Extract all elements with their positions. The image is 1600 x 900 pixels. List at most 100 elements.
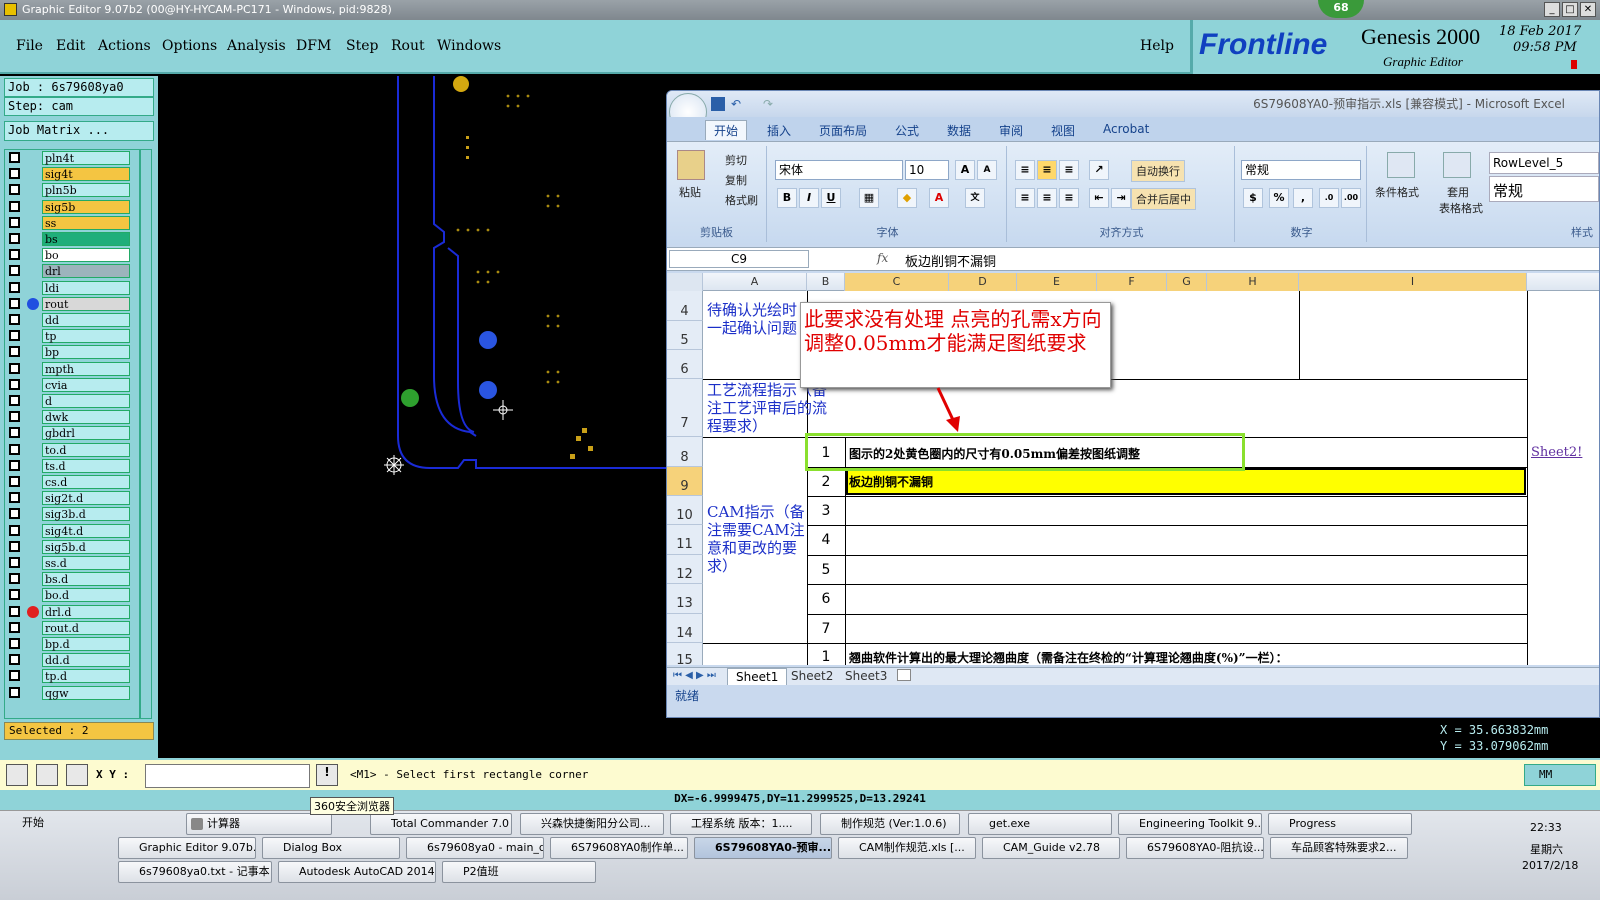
layer-name[interactable]: cvia	[42, 377, 130, 392]
task-engineering-toolkit[interactable]: Engineering Toolkit 9....	[1118, 813, 1262, 835]
bold-button[interactable]: B	[777, 188, 797, 208]
layer-row[interactable]: tp	[5, 328, 139, 344]
menu-analysis[interactable]: Analysis	[227, 38, 286, 54]
layer-row[interactable]: dwk	[5, 409, 139, 425]
cell-a7[interactable]: 工艺流程指示（备注工艺评审后的流程要求）	[707, 381, 839, 435]
layer-name[interactable]: pln5b	[42, 183, 130, 198]
task-spec[interactable]: 制作规范 (Ver:1.0.6)	[820, 813, 960, 835]
increase-indent-icon[interactable]: ⇥	[1111, 188, 1131, 208]
task-graphic-editor[interactable]: Graphic Editor 9.07b...	[118, 837, 256, 859]
job-matrix-button[interactable]: Job Matrix ...	[4, 121, 154, 141]
currency-icon[interactable]: $	[1243, 188, 1263, 208]
layer-checkbox[interactable]	[9, 346, 20, 358]
layer-name[interactable]: rout	[42, 296, 130, 311]
layer-scrollbar[interactable]	[140, 149, 152, 719]
graphics-canvas[interactable]	[158, 76, 668, 758]
task-work-order[interactable]: 6S79608YA0制作单...	[550, 837, 688, 859]
layer-name[interactable]: ldi	[42, 280, 130, 295]
col-g[interactable]: G	[1167, 273, 1207, 291]
cell-b11[interactable]: 4	[807, 532, 845, 548]
layer-name[interactable]: sig5b	[42, 199, 130, 214]
layer-name[interactable]: cs.d	[42, 475, 130, 489]
align-left-icon[interactable]: ≡	[1015, 188, 1035, 208]
layer-row[interactable]: sig2t.d	[5, 490, 139, 506]
cell-a10[interactable]: CAM指示（备注需要CAM注意和更改的要求）	[707, 503, 811, 575]
sheet-tab-2[interactable]: Sheet2	[785, 668, 839, 684]
layer-checkbox[interactable]	[9, 557, 20, 568]
layer-row[interactable]: bo.d	[5, 587, 139, 603]
row-13[interactable]: 13	[667, 584, 703, 614]
grid-tool-icon[interactable]	[66, 764, 88, 786]
task-main-qa[interactable]: 6s79608ya0 - main_qa	[406, 837, 544, 859]
close-button[interactable]: ✕	[1580, 2, 1596, 17]
row-9[interactable]: 9	[667, 467, 703, 496]
layer-checkbox[interactable]	[9, 492, 20, 504]
layer-row[interactable]: rout	[5, 296, 139, 312]
layer-checkbox[interactable]	[9, 459, 20, 471]
insert-sheet-icon[interactable]	[897, 669, 911, 681]
select-all-corner[interactable]	[667, 273, 703, 291]
table-format-button[interactable]: 套用	[1447, 184, 1469, 200]
layer-name[interactable]: ss.d	[42, 556, 130, 570]
font-size-combo[interactable]: 10	[905, 160, 949, 180]
task-excel-active[interactable]: 6S79608YA0-预审...	[694, 837, 832, 859]
name-box[interactable]: C9	[669, 250, 809, 268]
layer-checkbox[interactable]	[9, 314, 20, 325]
cell-c15[interactable]: 翘曲软件计算出的最大理论翘曲度（需备注在终检的“计算理论翘曲度(%)”一栏）：	[849, 649, 1288, 665]
increase-decimal-icon[interactable]: .0	[1319, 188, 1339, 208]
sheet-tab-3[interactable]: Sheet3	[839, 668, 893, 684]
redo-icon[interactable]: ↷	[763, 91, 773, 117]
layer-row[interactable]: sig5b	[5, 199, 139, 215]
layer-row[interactable]: rout.d	[5, 620, 139, 636]
task-calculator[interactable]: 计算器	[186, 813, 332, 835]
layer-row[interactable]: bs	[5, 231, 139, 247]
col-c[interactable]: C	[845, 273, 949, 291]
format-painter-button[interactable]: 格式刷	[725, 192, 758, 208]
layer-checkbox[interactable]	[9, 216, 20, 228]
row-8[interactable]: 8	[667, 437, 703, 467]
layer-checkbox[interactable]	[9, 395, 20, 406]
cell-b14[interactable]: 7	[807, 621, 845, 637]
layer-name[interactable]: sig3b.d	[42, 507, 130, 522]
table-format-icon[interactable]	[1443, 152, 1471, 178]
layer-name[interactable]: bs	[42, 232, 130, 246]
task-total-commander[interactable]: Total Commander 7.0 ...	[370, 813, 512, 835]
layer-checkbox[interactable]	[9, 670, 20, 682]
shrink-font-button[interactable]: A	[977, 160, 997, 180]
col-i[interactable]: I	[1299, 273, 1527, 291]
layer-checkbox[interactable]	[9, 249, 20, 261]
decrease-decimal-icon[interactable]: .00	[1341, 188, 1361, 208]
layer-checkbox[interactable]	[9, 281, 20, 293]
layer-name[interactable]: sig4t	[42, 167, 130, 182]
style-normal[interactable]: 常规	[1489, 176, 1599, 202]
layer-row[interactable]: cvia	[5, 377, 139, 393]
font-name-combo[interactable]: 宋体	[775, 160, 903, 180]
layer-row[interactable]: drl.d	[5, 604, 139, 620]
layer-name[interactable]: bo.d	[42, 588, 130, 603]
cell-b10[interactable]: 3	[807, 503, 845, 519]
layer-name[interactable]: drl	[42, 264, 130, 279]
number-format-combo[interactable]: 常规	[1241, 160, 1361, 180]
cut-button[interactable]: 剪切	[725, 152, 747, 168]
layer-name[interactable]: ts.d	[42, 458, 130, 473]
row-10[interactable]: 10	[667, 496, 703, 525]
cell-a4[interactable]: 待确认光绘时一起确认问题	[707, 301, 807, 337]
table-format-button-2[interactable]: 表格格式	[1439, 200, 1483, 216]
layer-name[interactable]: sig4t.d	[42, 523, 130, 538]
sheet-tab-1[interactable]: Sheet1	[727, 668, 788, 686]
layer-row[interactable]: ts.d	[5, 458, 139, 474]
layer-checkbox[interactable]	[9, 573, 20, 585]
menu-dfm[interactable]: DFM	[296, 38, 331, 54]
layer-row[interactable]: bp.d	[5, 636, 139, 652]
fx-icon[interactable]: fx	[877, 251, 888, 265]
task-autocad[interactable]: Autodesk AutoCAD 2014...	[278, 861, 436, 883]
wrap-text-button[interactable]: 自动换行	[1131, 160, 1185, 182]
paste-icon[interactable]	[677, 150, 705, 180]
col-b[interactable]: B	[807, 273, 845, 291]
layer-row[interactable]: ss.d	[5, 555, 139, 571]
conditional-format-icon[interactable]	[1387, 152, 1415, 178]
layer-checkbox[interactable]	[9, 589, 20, 601]
cell-b9[interactable]: 2	[807, 474, 845, 490]
col-h[interactable]: H	[1207, 273, 1299, 291]
menu-rout[interactable]: Rout	[391, 38, 425, 54]
